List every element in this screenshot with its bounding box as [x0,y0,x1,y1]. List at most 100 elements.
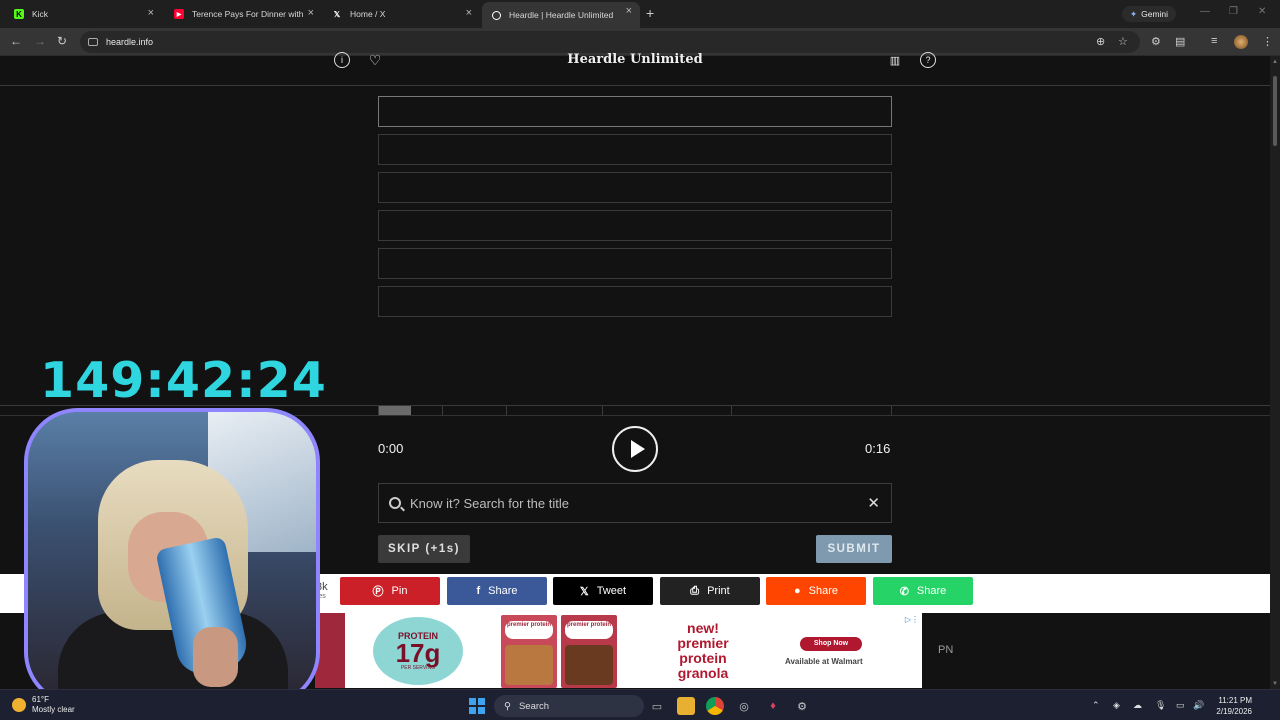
steam-icon[interactable]: ⚙ [793,697,811,715]
scroll-thumb[interactable] [1273,76,1277,146]
new-tab-button[interactable]: + [646,5,654,21]
reload-icon[interactable]: ↻ [57,34,67,48]
file-explorer-icon[interactable] [677,697,695,715]
submit-button[interactable]: SUBMIT [816,535,892,563]
tray-icon[interactable]: ☁ [1133,700,1142,711]
whatsapp-icon: ✆ [899,585,909,598]
scrollbar[interactable]: ▲ ▼ [1270,56,1280,689]
share-whatsapp-button[interactable]: ✆ Share [873,577,973,605]
help-icon[interactable]: ? [920,52,936,68]
tray-overflow-icon[interactable]: ⌃ [1092,700,1100,711]
progress-segment-3 [442,405,507,415]
zoom-icon[interactable]: ⊕ [1096,35,1105,48]
stats-icon[interactable]: ▥ [887,52,903,68]
close-icon[interactable]: × [466,7,472,19]
product-box: premier protein [501,615,557,688]
share-label: Share [488,585,518,597]
minimize-icon[interactable]: — [1200,6,1210,17]
product-label: premier protein [505,621,553,639]
shop-now-button[interactable]: Shop Now [800,637,862,651]
share-reddit-button[interactable]: ● Share [766,577,866,605]
tab-title: Kick [32,9,49,19]
gemini-label: Gemini [1141,9,1169,19]
guess-slot-3 [378,172,892,203]
gemini-button[interactable]: ✦ Gemini [1122,6,1177,22]
tray-icon[interactable]: ◈ [1113,700,1120,711]
guess-slot-2 [378,134,892,165]
time-end: 0:16 [865,441,891,456]
network-icon[interactable]: ▭ [1176,700,1185,711]
media-icon[interactable]: ≡ [1211,35,1217,47]
scroll-up-icon[interactable]: ▲ [1272,59,1278,65]
ad-headline: new! premier protein granola [677,620,729,681]
protein-badge: PROTEIN 17g PER SERVING [373,617,463,685]
site-header: i ♡ Heardle Unlimited ▥ ? [0,52,1270,86]
share-label: Tweet [596,585,627,597]
tab-title: Terence Pays For Dinner with Sp [192,9,304,19]
guess-slot-5 [378,248,892,279]
volume-icon[interactable]: 🔊 [1193,700,1204,711]
close-icon[interactable]: × [148,7,154,19]
close-icon[interactable]: × [626,5,632,17]
share-pinterest-button[interactable]: Ⓟ Pin [340,577,440,605]
sidebar-icon[interactable]: ▤ [1175,35,1185,48]
print-button[interactable]: ⎙ Print [660,577,760,605]
heardle-icon [492,10,501,20]
chrome-icon[interactable] [706,697,724,715]
taskbar-search-label: Search [518,700,550,712]
product-box: premier protein [561,615,617,688]
webcam-hand [193,627,238,687]
share-facebook-button[interactable]: f Share [447,577,547,605]
close-icon[interactable]: × [308,7,314,19]
print-icon: ⎙ [690,584,700,597]
app-icon[interactable]: ◎ [735,697,753,715]
play-button[interactable] [612,426,658,472]
granola-image [565,645,613,685]
clear-icon[interactable]: ✕ [867,494,880,512]
menu-icon[interactable]: ⋮ [1262,35,1273,48]
granola-image [505,645,553,685]
x-icon: 𝕏 [333,9,341,19]
tab-youtube[interactable]: ▶ Terence Pays For Dinner with Sp × [164,4,322,24]
task-view-icon[interactable]: ▭ [648,697,666,715]
scroll-down-icon[interactable]: ▼ [1272,681,1278,687]
tab-strip: K Kick × ▶ Terence Pays For Dinner with … [0,0,1280,28]
forward-icon[interactable]: → [34,34,46,48]
weather-icon [12,698,26,712]
skip-button[interactable]: SKIP (+1s) [378,535,470,563]
progress-segment-6 [731,405,892,415]
back-icon[interactable]: ← [10,34,22,48]
close-window-icon[interactable]: ✕ [1258,6,1266,17]
guess-slot-1 [378,96,892,127]
badge-amount: 17g [395,638,441,668]
address-bar[interactable]: heardle.info [80,31,1140,53]
tab-kick[interactable]: K Kick × [4,4,162,24]
tab-x[interactable]: 𝕏 Home / X × [322,4,480,24]
search-input[interactable] [410,495,868,511]
taskbar: 61°F Mostly clear ⚲ Search ▭ ◎ ♦ ⚙ ⌃ ◈ ☁… [0,689,1280,720]
windows-start-icon[interactable] [469,698,485,714]
microphone-icon[interactable]: 🎙 [1155,700,1166,711]
tab-title: Home / X [350,9,386,19]
share-label: Share [916,585,947,597]
ad-banner[interactable]: PROTEIN 17g PER SERVING premier protein … [315,613,922,688]
reddit-icon: ● [793,585,801,597]
clock[interactable]: 11:21 PM 2/19/2026 [1206,695,1252,717]
maximize-icon[interactable]: ❐ [1229,6,1238,17]
taskbar-search[interactable]: ⚲ Search [494,695,644,717]
kick-icon: K [14,9,24,19]
tab-title: Heardle | Heardle Unlimited [509,10,614,20]
guess-search[interactable]: ✕ [378,483,892,523]
adchoices-icon[interactable]: ▷⋮ [905,615,919,624]
app-pin-icon[interactable]: ♦ [764,697,782,715]
share-x-button[interactable]: 𝕏 Tweet [553,577,653,605]
extension-icon[interactable]: ⚙ [1151,35,1161,48]
profile-avatar[interactable] [1234,35,1248,49]
site-info-icon[interactable] [88,38,98,46]
tab-heardle[interactable]: Heardle | Heardle Unlimited × [482,2,640,28]
bookmark-star-icon[interactable]: ☆ [1118,35,1128,48]
weather-widget[interactable]: 61°F Mostly clear [12,695,75,715]
product-label: premier protein [565,621,613,639]
weather-temp: 61°F [32,695,49,704]
weather-text: 61°F Mostly clear [32,695,75,715]
